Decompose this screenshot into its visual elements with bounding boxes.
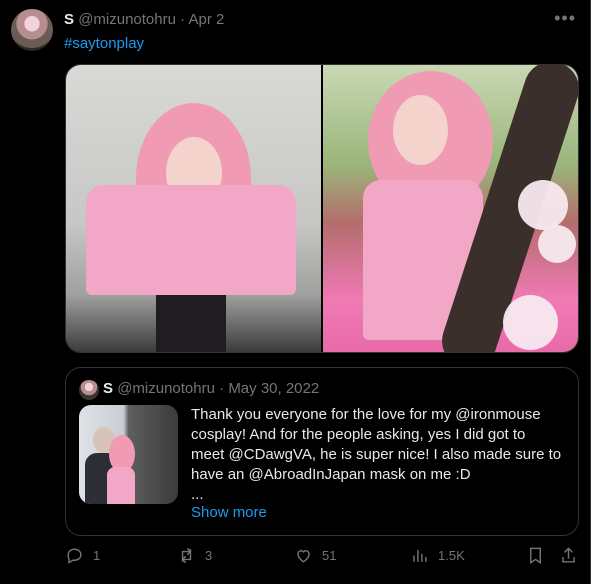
quoted-tweet[interactable]: S @mizunotohru · May 30, 2022 Thank you … [65,367,579,536]
views-count: 1.5K [438,548,465,563]
share-icon [562,547,575,563]
quote-display-name: S [103,380,114,397]
quote-thumbnail [79,405,178,504]
thumb-dress-shape [107,467,135,504]
retweet-icon [181,547,192,564]
separator: · [180,11,186,28]
show-more-link[interactable]: Show more [191,504,267,521]
quote-handle: @mizunotohru [117,380,215,397]
reply-icon [67,548,82,564]
media-grid [65,64,579,353]
quote-line-4: have an @AbroadInJapan mask on me :D [191,466,471,483]
heart-icon [297,550,310,563]
tweet[interactable]: S @mizunotohru · Apr 2 ••• #saytonplay S… [0,0,591,584]
quote-date: May 30, 2022 [228,380,320,397]
quote-line-2: cosplay! And for the people asking, yes … [191,426,526,443]
more-options-icon[interactable]: ••• [554,8,576,29]
retweet-count: 3 [205,548,213,563]
cosplay-photo-1[interactable] [66,65,321,352]
like-button[interactable]: 51 [294,546,336,565]
bar-chart-icon [413,549,427,562]
photo-flower-shape [518,180,568,230]
photo-skirt-shape [156,295,226,352]
photo-face-shape [393,95,448,165]
cosplay-photo-2[interactable] [323,65,578,352]
photo-flower-shape [538,225,576,263]
bookmark-icon [530,547,541,564]
display-name[interactable]: S [64,11,74,28]
retweet-button[interactable]: 3 [177,546,212,565]
like-count: 51 [322,548,337,563]
reply-count: 1 [93,548,101,563]
action-bar: 1 3 51 1.5K [65,546,579,572]
avatar[interactable] [11,9,53,51]
tweet-header: S @mizunotohru · Apr 2 [64,11,224,28]
handle[interactable]: @mizunotohru [78,11,176,28]
views-button[interactable]: 1.5K [410,546,465,565]
hashtag-link[interactable]: #saytonplay [64,35,144,52]
quote-line-1: Thank you everyone for the love for my @… [191,406,541,423]
quote-text: Thank you everyone for the love for my @… [191,405,571,505]
bookmark-button[interactable] [526,546,545,565]
quote-avatar [79,380,99,400]
photo-dress-shape [86,185,296,295]
quote-line-5: ... [191,486,204,503]
photo-flower-shape [503,295,558,350]
quote-separator: · [219,380,225,397]
quote-header: S @mizunotohru · May 30, 2022 [103,380,319,397]
tweet-date[interactable]: Apr 2 [188,11,224,28]
reply-button[interactable]: 1 [65,546,100,565]
share-button[interactable] [559,546,578,565]
quote-line-3: meet @CDawgVA, he is super nice! I also … [191,446,562,463]
